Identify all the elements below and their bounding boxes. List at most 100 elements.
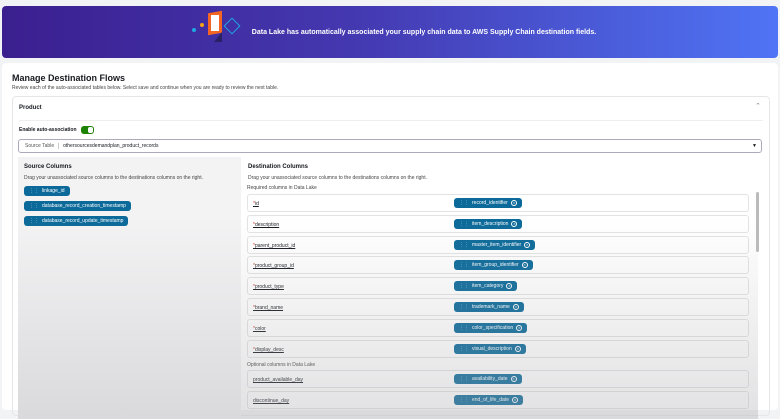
chip-label: database_record_creation_timestamp (42, 203, 126, 209)
drag-handle-icon[interactable]: ⋮⋮ (459, 200, 469, 206)
mapping-row: *color ⋮⋮ color_specification × (247, 318, 749, 337)
column-chip[interactable]: ⋮⋮ color_specification × (454, 322, 528, 333)
destination-field-name: description (254, 221, 280, 228)
remove-icon[interactable]: × (511, 397, 518, 404)
destination-columns-hint: Drag your unassociated source columns to… (248, 175, 427, 181)
divider (19, 120, 763, 121)
page-title: Manage Destination Flows (12, 73, 126, 83)
mapping-row: discontinue_day ⋮⋮ end_of_life_date × (247, 391, 749, 410)
required-label: Required columns in Data Lake (247, 185, 317, 191)
drag-handle-icon[interactable]: ⋮⋮ (459, 283, 469, 289)
chip-label: master_item_identifier (472, 241, 522, 248)
remove-icon[interactable]: × (514, 345, 521, 352)
column-chip[interactable]: ⋮⋮ database_record_creation_timestamp (24, 201, 131, 211)
destination-columns: Destination Columns Drag your unassociat… (242, 157, 758, 419)
auto-association-label: Enable auto-association (19, 127, 77, 133)
destination-field-name: display_desc (254, 346, 284, 353)
destination-field[interactable]: product_available_day (253, 377, 303, 383)
product-panel: Product ⌃ Enable auto-association Source… (12, 96, 770, 419)
mapping-row: *display_desc ⋮⋮ visual_description × (247, 339, 749, 358)
destination-field[interactable]: *color (253, 326, 266, 332)
destination-field-name: product_type (254, 284, 284, 291)
destination-field[interactable]: discontinue_day (253, 398, 289, 404)
remove-icon[interactable]: × (521, 262, 528, 269)
destination-field-name: discontinue_day (253, 398, 290, 405)
source-table-label: Source Table (25, 143, 60, 149)
banner-message: Data Lake has automatically associated y… (251, 28, 597, 36)
destination-field[interactable]: *brand_name (253, 305, 283, 311)
column-chip[interactable]: ⋮⋮ availability_date × (454, 374, 522, 385)
destination-field-name: product_group_id (254, 263, 294, 270)
source-table-select[interactable]: Source Table othersourcesdemandplan_prod… (18, 139, 762, 153)
column-chip[interactable]: ⋮⋮ master_item_identifier × (454, 239, 536, 250)
mapping-row: product_available_day ⋮⋮ availability_date… (247, 370, 749, 389)
destination-field-name: brand_name (254, 305, 284, 311)
column-chip[interactable]: ⋮⋮ linkage_id (24, 186, 70, 196)
chip-label: color_specification (472, 324, 514, 331)
destination-field-name: parent_product_id (254, 242, 296, 249)
optional-label: Optional columns in Data Lake (247, 362, 316, 369)
mapping-row: *description ⋮⋮ item_description × (247, 214, 749, 233)
info-banner: Data Lake has automatically associated y… (2, 6, 778, 58)
remove-icon[interactable]: × (524, 241, 531, 248)
mapping-area: Source Columns Drag your unassociated so… (18, 157, 758, 419)
destination-field-name: product_available_day (253, 377, 304, 384)
chip-label: record_identifier (472, 200, 508, 206)
remove-icon[interactable]: × (510, 200, 517, 206)
column-chip[interactable]: ⋮⋮ item_group_identifier × (454, 260, 533, 271)
chip-label: trademark_name (472, 304, 510, 310)
remove-icon[interactable]: × (516, 324, 523, 331)
source-columns: Source Columns Drag your unassociated so… (18, 157, 241, 419)
column-chip[interactable]: ⋮⋮ item_description × (454, 218, 523, 229)
caret-down-icon: ▼ (752, 143, 757, 149)
mapping-row: *product_type ⋮⋮ item_category × (247, 277, 749, 296)
column-chip[interactable]: ⋮⋮ database_record_update_timestamp (24, 216, 129, 226)
destination-field[interactable]: *description (253, 222, 279, 228)
drag-handle-icon[interactable]: ⋮⋮ (29, 203, 39, 209)
drag-handle-icon[interactable]: ⋮⋮ (29, 188, 39, 194)
destination-field[interactable]: *product_group_id (253, 263, 294, 269)
destination-columns-title: Destination Columns (248, 164, 309, 170)
source-columns-title: Source Columns (24, 164, 72, 170)
column-chip[interactable]: ⋮⋮ record_identifier × (454, 198, 522, 208)
chip-label: database_record_update_timestamp (42, 218, 124, 224)
auto-association-toggle[interactable] (80, 126, 94, 134)
auto-association-row: Enable auto-association (19, 126, 94, 134)
column-chip[interactable]: ⋮⋮ trademark_name × (454, 302, 524, 312)
mapping-row: *product_group_id ⋮⋮ item_group_identifier… (247, 256, 749, 275)
drag-handle-icon[interactable]: ⋮⋮ (459, 325, 469, 331)
destination-field[interactable]: *product_type (253, 284, 284, 290)
drag-handle-icon[interactable]: ⋮⋮ (459, 242, 469, 248)
destination-field[interactable]: *display_desc (253, 347, 284, 353)
remove-icon[interactable]: × (506, 283, 513, 290)
destination-field[interactable]: *id (253, 201, 259, 207)
column-chip[interactable]: ⋮⋮ visual_description × (454, 343, 526, 354)
remove-icon[interactable]: × (512, 304, 519, 310)
chip-label: availability_date (472, 376, 508, 383)
drag-handle-icon[interactable]: ⋮⋮ (459, 221, 469, 227)
destination-field-name: color (254, 325, 266, 332)
remove-icon[interactable]: × (510, 376, 517, 383)
scrollbar[interactable] (756, 192, 759, 252)
banner-illustration-icon (184, 10, 244, 54)
drag-handle-icon[interactable]: ⋮⋮ (459, 376, 469, 382)
panel-title: Product (19, 105, 42, 111)
drag-handle-icon[interactable]: ⋮⋮ (459, 346, 469, 352)
mapping-row: *parent_product_id ⋮⋮ master_item_identifi… (247, 235, 749, 254)
column-chip[interactable]: ⋮⋮ item_category × (454, 281, 518, 292)
source-columns-hint: Drag your unassociated source columns to… (24, 175, 203, 181)
mapping-row: *id ⋮⋮ record_identifier × (247, 194, 749, 212)
drag-handle-icon[interactable]: ⋮⋮ (459, 304, 469, 310)
page-subtitle: Review each of the auto-associated table… (12, 85, 279, 91)
destination-field[interactable]: *parent_product_id (253, 243, 295, 249)
drag-handle-icon[interactable]: ⋮⋮ (459, 397, 469, 403)
drag-handle-icon[interactable]: ⋮⋮ (29, 218, 39, 224)
main-card: Manage Destination Flows Review each of … (2, 63, 778, 419)
chip-label: item_category (472, 283, 504, 290)
column-chip[interactable]: ⋮⋮ end_of_life_date × (454, 395, 523, 406)
chip-label: item_group_identifier (472, 262, 519, 269)
chevron-up-icon[interactable]: ⌃ (755, 102, 761, 110)
source-table-value: othersourcesdemandplan_product_records (63, 143, 159, 149)
remove-icon[interactable]: × (511, 220, 518, 227)
drag-handle-icon[interactable]: ⋮⋮ (459, 262, 469, 268)
